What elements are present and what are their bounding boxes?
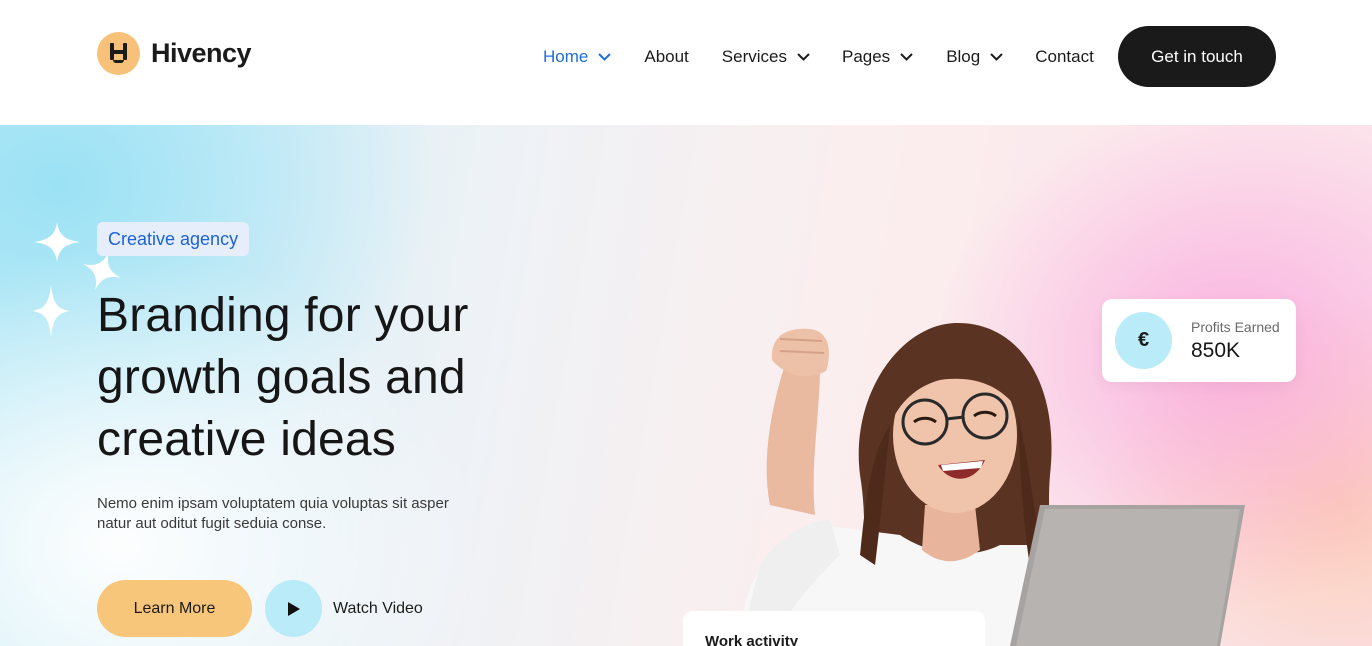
site-header: Hivency Home About Services Pages Blog C… <box>0 0 1372 125</box>
nav-item-label: About <box>644 47 689 66</box>
hero-description-line: natur aut oditut fugit seduia conse. <box>97 515 327 532</box>
hero-description: Nemo enim ipsam voluptatem quia voluptas… <box>97 494 497 534</box>
work-activity-title: Work activity <box>705 633 799 646</box>
chevron-down-icon <box>990 53 1003 61</box>
nav-item-label: Home <box>543 47 589 66</box>
chevron-down-icon <box>598 53 612 61</box>
play-video-button[interactable] <box>265 580 322 637</box>
sparkle-icon <box>34 222 80 262</box>
get-in-touch-button[interactable]: Get in touch <box>1118 26 1276 87</box>
profit-value: 850K <box>1191 339 1241 362</box>
learn-more-button[interactable]: Learn More <box>97 580 252 637</box>
nav-item-label: Contact <box>1035 47 1094 66</box>
nav-item-blog[interactable]: Blog <box>946 47 1003 67</box>
profits-earned-card: € Profits Earned 850K <box>1102 299 1296 382</box>
nav-item-label: Services <box>721 47 787 66</box>
nav-item-services[interactable]: Services <box>722 47 810 67</box>
nav-item-about[interactable]: About <box>644 47 688 67</box>
hero-title: Branding for your growth goals and creat… <box>97 285 557 471</box>
nav-item-home[interactable]: Home <box>543 47 612 67</box>
hive-logo-icon <box>97 32 140 75</box>
nav-item-pages[interactable]: Pages <box>842 47 913 67</box>
profit-label: Profits Earned <box>1191 319 1280 335</box>
hero-title-line: Branding for your <box>97 289 469 342</box>
work-activity-card: Work activity <box>683 611 985 646</box>
euro-icon: € <box>1115 312 1172 369</box>
play-icon <box>287 601 300 616</box>
nav-item-label: Blog <box>946 47 981 66</box>
category-badge: Creative agency <box>97 222 250 256</box>
hero-title-line: growth goals and <box>97 351 466 404</box>
chevron-down-icon <box>900 53 913 61</box>
main-nav: Home About Services Pages Blog Contact <box>543 45 1094 69</box>
brand-name: Hivency <box>151 38 252 68</box>
hero-title-line: creative ideas <box>97 413 396 466</box>
nav-item-contact[interactable]: Contact <box>1035 47 1094 67</box>
sparkle-icon <box>32 285 70 337</box>
watch-video-link[interactable]: Watch Video <box>333 600 423 618</box>
hero-description-line: Nemo enim ipsam voluptatem quia voluptas… <box>97 495 449 512</box>
brand-logo[interactable]: Hivency <box>97 32 252 75</box>
chevron-down-icon <box>797 53 810 61</box>
hero-section: Creative agency Branding for your growth… <box>0 125 1372 646</box>
nav-item-label: Pages <box>841 47 891 66</box>
